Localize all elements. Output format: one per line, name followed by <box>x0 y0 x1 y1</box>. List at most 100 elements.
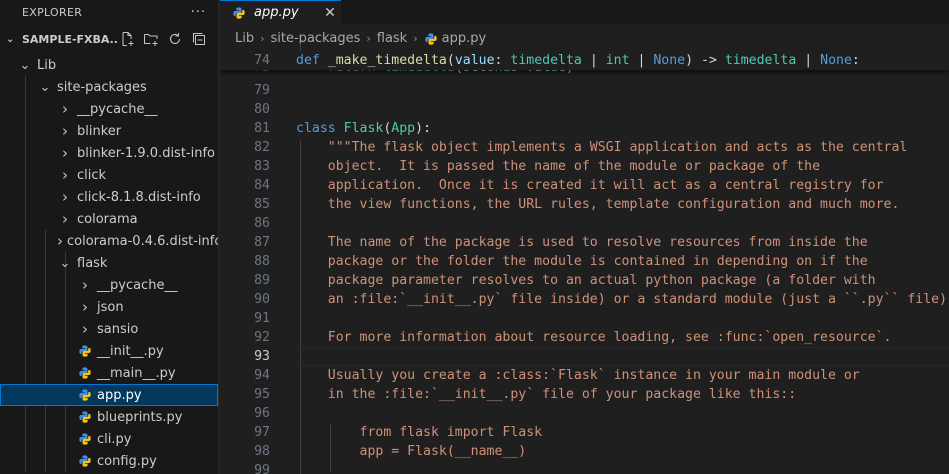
line-number: 96 <box>254 406 270 421</box>
folder-item[interactable]: › json <box>0 296 218 318</box>
code-line[interactable]: 84 application. Once it is created it wi… <box>220 176 949 195</box>
code-line[interactable]: 99 <box>220 461 949 474</box>
code-line[interactable]: 81 class Flask(App): <box>220 119 949 138</box>
line-number: 74 <box>254 53 270 68</box>
code-token: value <box>454 53 495 68</box>
file-item[interactable]: cli.py <box>0 428 218 450</box>
code-text: from flask import Flask <box>296 425 543 440</box>
code-token: app = Flask(__name__) <box>296 444 527 459</box>
code-line[interactable]: 88 package or the folder the module is c… <box>220 252 949 271</box>
tree-item-label: click <box>77 167 107 183</box>
tree-item-label: sansio <box>97 321 139 337</box>
code-token: None <box>820 53 852 68</box>
code-line[interactable]: 74 def _make_timedelta(value: timedelta |… <box>220 51 949 70</box>
code-token: Flask <box>343 121 384 136</box>
line-number: 79 <box>254 83 270 98</box>
collapse-all-icon[interactable] <box>190 30 208 48</box>
code-line[interactable]: 95 in the :file:`__init__.py` file of yo… <box>220 385 949 404</box>
folder-item[interactable]: › click <box>0 164 218 186</box>
folder-item[interactable]: › __pycache__ <box>0 274 218 296</box>
code-token: package or the folder the module is cont… <box>296 254 868 269</box>
code-line[interactable]: 96 <box>220 404 949 423</box>
code-token: The name of the package is used to resol… <box>296 235 868 250</box>
folder-item[interactable]: ⌄ flask <box>0 252 218 274</box>
tab-label: app.py <box>254 5 299 20</box>
code-line[interactable]: 79 <box>220 81 949 100</box>
folder-item[interactable]: › blinker <box>0 120 218 142</box>
line-number: 88 <box>254 254 270 269</box>
code-text: Usually you create a :class:`Flask` inst… <box>296 368 860 383</box>
file-item[interactable]: __init__.py <box>0 340 218 362</box>
line-number: 98 <box>254 444 270 459</box>
chevron-right-icon: › <box>62 166 68 184</box>
line-number: 82 <box>254 140 270 155</box>
code-token: App <box>391 121 416 136</box>
refresh-icon[interactable] <box>166 30 184 48</box>
code-line[interactable]: 89 package parameter resolves to an actu… <box>220 271 949 290</box>
line-number: 85 <box>254 197 270 212</box>
code-token: ) -> <box>685 53 725 68</box>
tree-item-label: __pycache__ <box>77 101 158 117</box>
folder-item[interactable]: › colorama-0.4.6.dist-info <box>0 230 218 252</box>
tree-item-label: config.py <box>97 453 157 469</box>
line-number: 86 <box>254 216 270 231</box>
code-line[interactable]: 86 <box>220 214 949 233</box>
code-text: the view functions, the URL rules, templ… <box>296 197 900 212</box>
workspace-folder-header[interactable]: ⌄ SAMPLE-FXBA... <box>0 24 218 54</box>
chevron-down-icon: ⌄ <box>39 79 51 95</box>
code-editor[interactable]: 74 def _make_timedelta(value: timedelta |… <box>220 43 949 474</box>
explorer-sidebar: EXPLORER ··· ⌄ SAMPLE-FXBA... ⌄ Lib ⌄ site-… <box>0 0 219 474</box>
folder-item[interactable]: ⌄ site-packages <box>0 76 218 98</box>
code-text: package parameter resolves to an actual … <box>296 273 876 288</box>
new-folder-icon[interactable] <box>142 30 160 48</box>
file-item[interactable]: blueprints.py <box>0 406 218 428</box>
code-line[interactable]: 91 <box>220 309 949 328</box>
code-line[interactable]: 92 For more information about resource l… <box>220 328 949 347</box>
file-item[interactable]: app.py <box>0 384 218 406</box>
code-line[interactable]: 97 from flask import Flask <box>220 423 949 442</box>
code-line[interactable]: 94 Usually you create a :class:`Flask` i… <box>220 366 949 385</box>
chevron-down-icon: ⌄ <box>19 57 31 73</box>
line-number: 92 <box>254 330 270 345</box>
folder-item[interactable]: › __pycache__ <box>0 98 218 120</box>
close-icon[interactable]: ✕ <box>319 5 341 21</box>
folder-item[interactable]: › colorama <box>0 208 218 230</box>
chevron-right-icon: › <box>82 298 88 316</box>
code-token: object. It is passed the name of the mod… <box>296 159 821 174</box>
code-line[interactable]: 90 an :file:`__init__.py` file inside) o… <box>220 290 949 309</box>
folder-item[interactable]: › click-8.1.8.dist-info <box>0 186 218 208</box>
python-file-icon <box>77 343 93 359</box>
code-token: : <box>494 53 511 68</box>
tree-item-label: click-8.1.8.dist-info <box>77 189 201 205</box>
code-text: The name of the package is used to resol… <box>296 235 868 250</box>
folder-item[interactable]: › blinker-1.9.0.dist-info <box>0 142 218 164</box>
tree-item-label: site-packages <box>57 79 147 95</box>
code-line[interactable]: 85 the view functions, the URL rules, te… <box>220 195 949 214</box>
code-line[interactable]: 82 """The flask object implements a WSGI… <box>220 138 949 157</box>
code-line[interactable]: 80 <box>220 100 949 119</box>
tree-item-label: app.py <box>97 387 142 403</box>
python-file-icon <box>77 431 93 447</box>
code-text: in the :file:`__init__.py` file of your … <box>296 387 796 402</box>
chevron-right-icon: › <box>62 122 68 140</box>
tab-bar: app.py ✕ <box>220 0 949 24</box>
code-line[interactable]: 98 app = Flask(__name__) <box>220 442 949 461</box>
folder-item[interactable]: ⌄ Lib <box>0 54 218 76</box>
code-line[interactable]: 93 <box>220 347 949 366</box>
tree-item-label: __main__.py <box>97 365 176 381</box>
tab-app-py[interactable]: app.py ✕ <box>220 0 341 24</box>
folder-item[interactable]: › sansio <box>0 318 218 340</box>
new-file-icon[interactable] <box>118 30 136 48</box>
code-token: ): <box>415 121 432 136</box>
file-item[interactable]: __main__.py <box>0 362 218 384</box>
tree-item-label: blinker-1.9.0.dist-info <box>77 145 215 161</box>
line-number: 81 <box>254 121 270 136</box>
code-line[interactable]: 87 The name of the package is used to re… <box>220 233 949 252</box>
code-text: class Flask(App): <box>296 121 431 136</box>
editor-group: app.py ✕ Lib › site-packages › flask › app.py … <box>220 0 949 474</box>
file-item[interactable]: config.py <box>0 450 218 472</box>
line-number: 94 <box>254 368 270 383</box>
code-text: def _make_timedelta(value: timedelta | i… <box>296 53 860 68</box>
more-actions-icon[interactable]: ··· <box>191 5 206 20</box>
code-line[interactable]: 83 object. It is passed the name of the … <box>220 157 949 176</box>
